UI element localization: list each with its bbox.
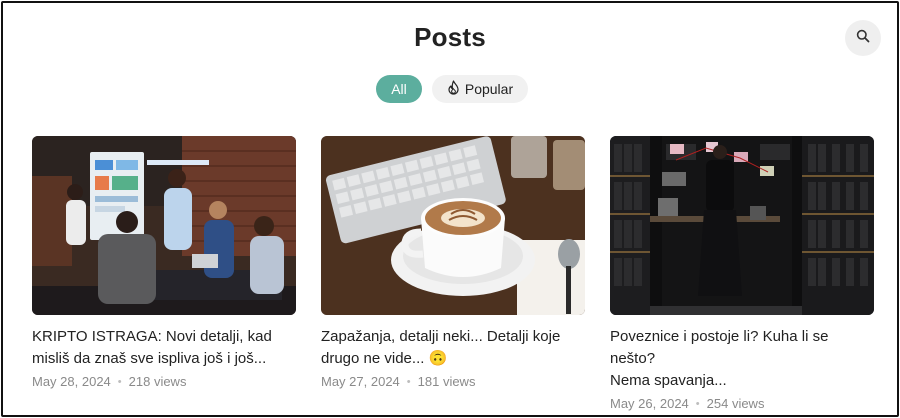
post-card[interactable]: Zapažanja, detalji neki... Detalji koje … — [321, 136, 585, 389]
post-thumbnail-archive-room[interactable] — [610, 136, 874, 315]
filter-popular-label: Popular — [464, 81, 514, 97]
post-title-line: Zapažanja, detalji neki... Detalji koje — [321, 328, 561, 345]
separator-dot: • — [406, 375, 411, 388]
post-title-line: drugo ne vide... 🙃 — [321, 350, 448, 367]
post-views: 254 views — [706, 396, 765, 411]
post-date: May 28, 2024 — [32, 374, 111, 389]
filter-tabs: All Popular — [376, 75, 528, 103]
post-thumbnail-coffee[interactable] — [321, 136, 585, 315]
post-title-line: Poveznice i postoje li? Kuha li se nešto… — [610, 328, 829, 367]
post-title-line: Nema spavanja... — [610, 372, 727, 389]
post-card[interactable]: Poveznice i postoje li? Kuha li se nešto… — [610, 136, 874, 411]
post-date: May 26, 2024 — [610, 396, 689, 411]
filter-popular-button[interactable]: Popular — [432, 75, 528, 103]
post-title-line: misliš da znaš sve ispliva još i još... — [32, 350, 267, 367]
post-meta: May 27, 2024 • 181 views — [321, 374, 585, 389]
post-title[interactable]: KRIPTO ISTRAGA: Novi detalji, kad misliš… — [32, 326, 296, 370]
post-title[interactable]: Poveznice i postoje li? Kuha li se nešto… — [610, 326, 874, 392]
post-date: May 27, 2024 — [321, 374, 400, 389]
filter-all-label: All — [391, 81, 407, 97]
post-meta: May 28, 2024 • 218 views — [32, 374, 296, 389]
blog-posts-widget: Posts All Popular KRIPTO ISTRAGA: Novi d… — [1, 1, 899, 417]
post-thumbnail-office-meeting[interactable] — [32, 136, 296, 315]
page-title: Posts — [414, 22, 486, 52]
search-icon — [856, 29, 870, 48]
separator-dot: • — [117, 375, 122, 388]
post-card[interactable]: KRIPTO ISTRAGA: Novi detalji, kad misliš… — [32, 136, 296, 389]
post-views: 218 views — [128, 374, 187, 389]
search-button[interactable] — [845, 20, 881, 56]
flame-icon — [447, 80, 460, 98]
post-views: 181 views — [417, 374, 476, 389]
filter-all-button[interactable]: All — [376, 75, 422, 103]
separator-dot: • — [695, 397, 700, 410]
post-title-line: KRIPTO ISTRAGA: Novi detalji, kad — [32, 328, 272, 345]
post-meta: May 26, 2024 • 254 views — [610, 396, 874, 411]
post-title[interactable]: Zapažanja, detalji neki... Detalji koje … — [321, 326, 585, 370]
